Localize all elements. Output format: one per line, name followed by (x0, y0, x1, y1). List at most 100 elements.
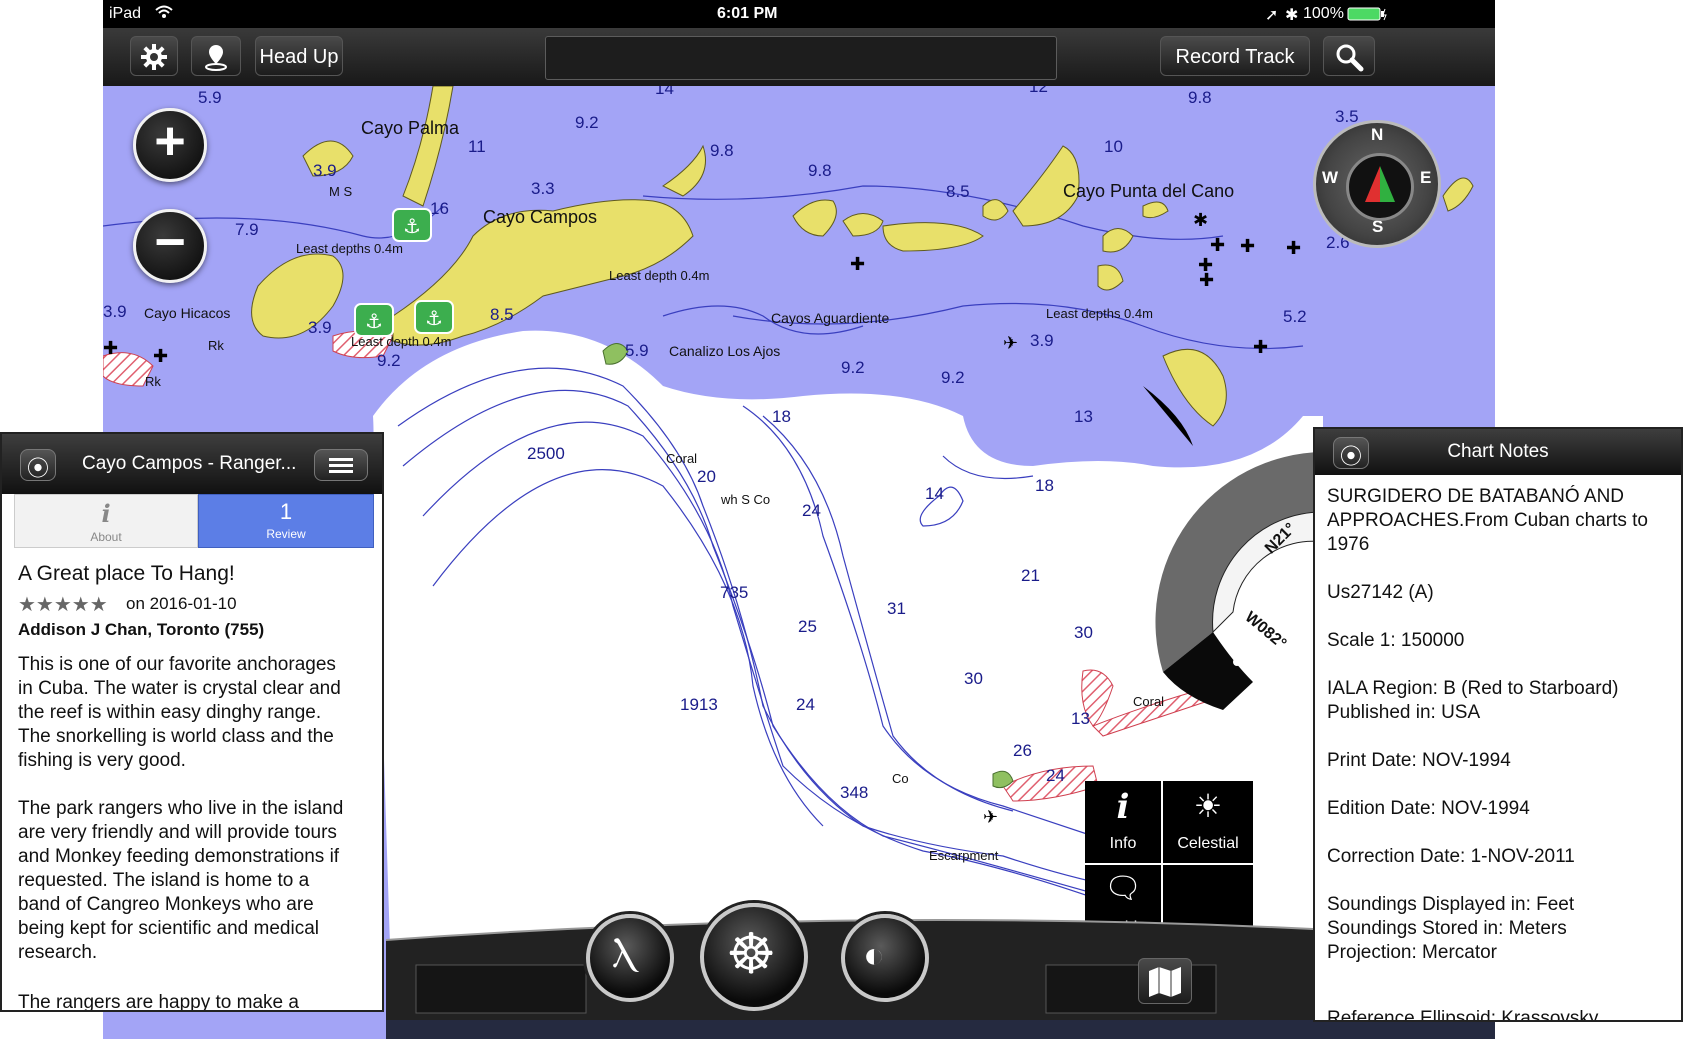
settings-button[interactable] (130, 36, 178, 76)
review-line: The snorkelling is world class and the (18, 726, 334, 747)
depth-label: 5.9 (625, 341, 649, 360)
review-panel: ⦿ Cayo Campos - Ranger... i About 1 Revi… (0, 432, 384, 1012)
review-line: research. (18, 942, 98, 963)
depth-label: 14 (925, 484, 944, 503)
notes-line: IALA Region: B (Red to Starboard) (1327, 678, 1619, 699)
notes-line: Soundings Displayed in: Feet (1327, 894, 1575, 915)
review-line: being kept for scientific and medical (18, 918, 319, 939)
depth-label: 8.5 (490, 305, 514, 324)
info-label: Info (1109, 835, 1137, 852)
rock-hazard-icon: ✚ (1199, 270, 1214, 291)
depth-label: 9.2 (575, 113, 599, 132)
depth-label: 18 (772, 407, 791, 426)
compass-east: E (1420, 168, 1432, 187)
depth-label: 9.2 (377, 351, 401, 370)
rock-hazard-icon: ✚ (1286, 238, 1301, 259)
rock-hazard-icon: ✚ (103, 338, 118, 359)
celestial-menu-button[interactable]: ☀ Celestial (1163, 781, 1253, 863)
head-up-button[interactable]: Head Up (255, 36, 343, 76)
chart-notes-panel: ⦿ Chart Notes SURGIDERO DE BATABANÓ AND … (1313, 427, 1683, 1022)
search-button[interactable] (1323, 36, 1375, 76)
depth-label: 24 (796, 695, 815, 714)
celestial-label: Celestial (1177, 835, 1239, 852)
notes-line: Print Date: NOV-1994 (1327, 750, 1511, 771)
status-time: 6:01 PM (717, 5, 778, 22)
depth-label: 9.2 (841, 358, 865, 377)
wreck-icon: ✈ (1003, 333, 1018, 354)
label-rock: Rk (145, 374, 161, 389)
toolbar-center-field (545, 36, 1057, 80)
battery-percent: 100% (1303, 5, 1344, 22)
notes-line: Projection: Mercator (1327, 942, 1498, 963)
rock-hazard-icon: ✚ (1210, 235, 1225, 256)
notes-line: APPROACHES.From Cuban charts to (1327, 510, 1648, 531)
zoom-in-button[interactable]: + (133, 108, 207, 182)
depth-label: 2500 (527, 444, 565, 463)
depth-label: 3.9 (103, 302, 127, 321)
tides-button[interactable]: ◐ (841, 914, 929, 1002)
notes-line: 1976 (1327, 534, 1370, 555)
depth-label: 26 (1013, 741, 1032, 760)
info-icon: i (1116, 787, 1130, 827)
depth-label: 18 (1035, 476, 1054, 495)
battery-icon (1347, 7, 1387, 26)
depth-label: 735 (720, 583, 748, 602)
info-menu-button[interactable]: i Info (1085, 781, 1161, 863)
depth-label: 13 (1074, 407, 1093, 426)
label-cayo-palma: Cayo Palma (361, 118, 460, 138)
label-cayo-punta: Cayo Punta del Cano (1063, 181, 1234, 201)
review-line: The park rangers who live in the island (18, 798, 344, 819)
anchor-marker-icon[interactable]: ⚓ (354, 303, 394, 337)
review-line: This is one of our favorite anchorages (18, 654, 336, 675)
depth-label: 3.9 (1030, 331, 1054, 350)
location-arrow-icon: ➚ (1265, 7, 1279, 24)
depth-label: 11 (468, 137, 486, 156)
zoom-out-button[interactable]: − (133, 209, 207, 283)
add-note-icon: 🗨 (1103, 872, 1143, 905)
notes-line: Us27142 (A) (1327, 582, 1434, 603)
rock-hazard-icon: ✚ (850, 254, 865, 275)
sun-moon-icon: ☀ (1193, 788, 1223, 824)
review-line: The rangers are happy to make a (18, 992, 299, 1010)
review-line: fishing is very good. (18, 750, 186, 771)
review-line: are very friendly and will provide tours (18, 822, 337, 843)
review-line: requested. The island is home to a (18, 870, 310, 891)
depth-label: 24 (1046, 766, 1065, 785)
wifi-icon (155, 5, 173, 24)
label-coral: Coral (666, 451, 697, 466)
anchor-marker-icon[interactable]: ⚓ (414, 300, 454, 334)
review-line: in Cuba. The water is crystal clear and (18, 678, 341, 699)
label-cayos-aguardiente: Cayos Aguardiente (771, 310, 890, 326)
route-button[interactable]: Ⲗ (586, 914, 674, 1002)
gear-icon (140, 44, 168, 76)
review-body: This is one of our favorite anchorages i… (2, 434, 382, 1010)
notes-line: Soundings Stored in: Meters (1327, 918, 1567, 939)
helm-button[interactable]: ☸ (700, 903, 808, 1011)
minus-icon: − (154, 212, 186, 272)
position-dial[interactable]: N21° W082° (1083, 452, 1343, 712)
label-rock: Rk (208, 338, 224, 353)
anchor-marker-icon[interactable]: ⚓ (392, 208, 432, 242)
rock-hazard-icon: ✚ (153, 346, 168, 367)
depth-label: 348 (840, 783, 868, 802)
depth-label: 7.9 (235, 220, 259, 239)
notes-line: Correction Date: 1-NOV-2011 (1327, 846, 1575, 867)
device-name: iPad (109, 5, 142, 22)
compass-rose[interactable]: N E S W (1313, 120, 1441, 248)
ship-wheel-icon: ☸ (726, 922, 777, 985)
rock-hazard-icon: ✚ (1240, 236, 1255, 257)
rock-hazard-icon: ✱ (1193, 210, 1208, 231)
charts-button[interactable] (1138, 958, 1192, 1004)
label-co: Co (892, 771, 909, 786)
depth-label: 3.9 (313, 161, 337, 180)
waypoint-button[interactable] (191, 36, 241, 76)
label-ms: M S (329, 184, 352, 199)
bluetooth-icon: ✱ (1285, 7, 1299, 24)
rock-hazard-icon: ✚ (1253, 337, 1268, 358)
record-track-button[interactable]: Record Track (1160, 36, 1310, 76)
depth-label: 30 (964, 669, 983, 688)
wreck-icon: ✈ (983, 807, 998, 828)
search-icon (1334, 44, 1364, 77)
top-toolbar: Head Up Record Track (103, 28, 1495, 86)
svg-text:⚓: ⚓ (365, 309, 383, 333)
